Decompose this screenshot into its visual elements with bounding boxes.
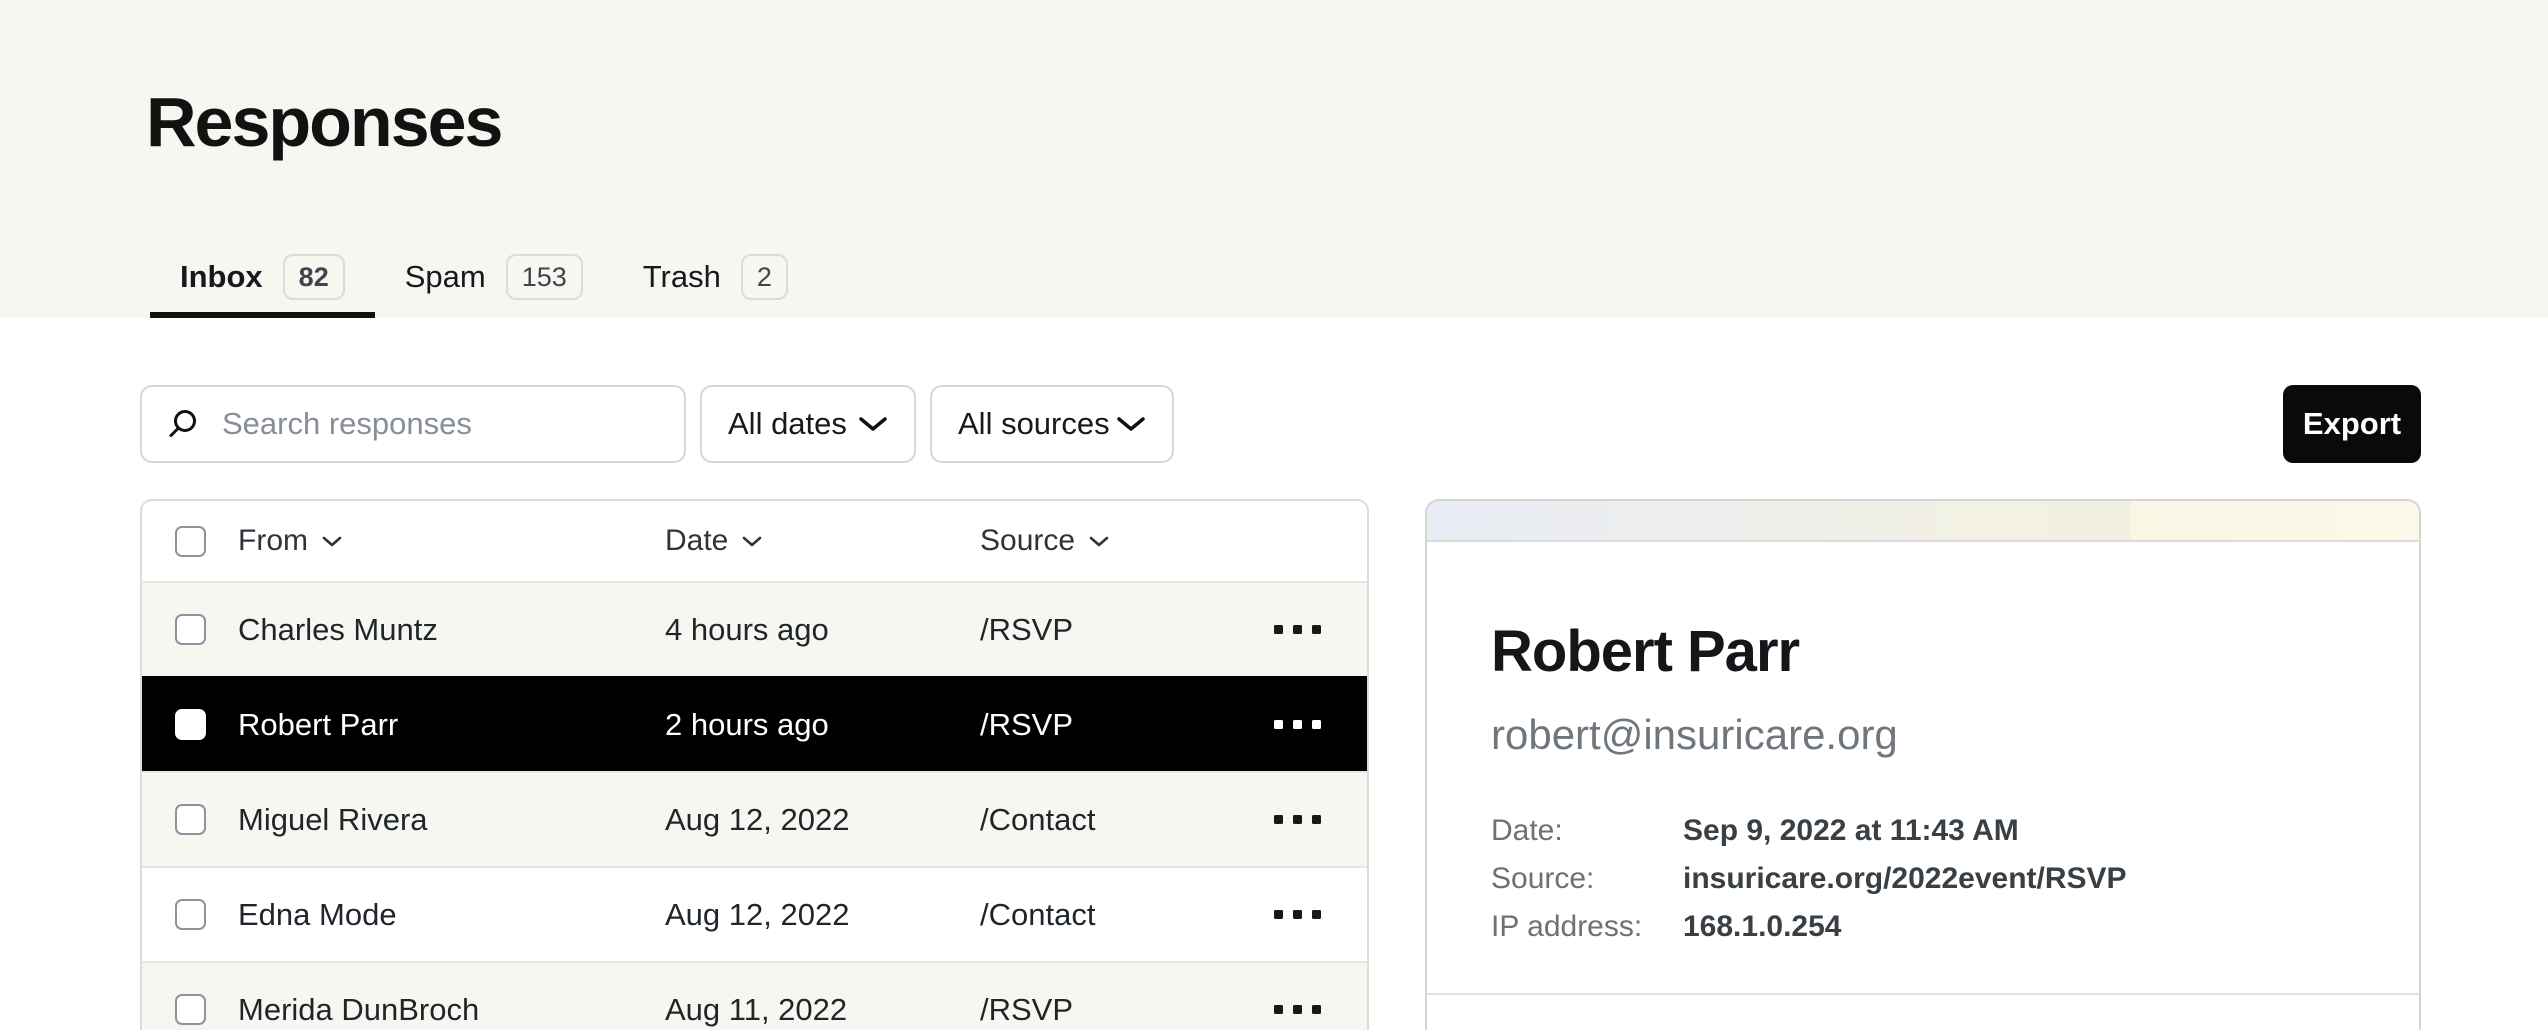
chevron-down-icon [858,415,888,433]
detail-divider [1427,993,2419,995]
chevron-down-icon [742,535,762,548]
chevron-down-icon [1116,415,1146,433]
detail-date-row: Date: Sep 9, 2022 at 11:43 AM [1491,807,2355,855]
row-checkbox[interactable] [175,994,206,1025]
tab-spam[interactable]: Spam 153 [375,242,613,318]
row-source: /Contact [980,802,1250,838]
row-source: /RSVP [980,992,1250,1028]
row-source: /RSVP [980,612,1250,648]
table-row[interactable]: Charles Muntz 4 hours ago /RSVP [142,581,1367,676]
row-date: Aug 12, 2022 [665,802,980,838]
table-body: Charles Muntz 4 hours ago /RSVP Robert P… [142,581,1367,1030]
search-box[interactable] [140,385,686,463]
filter-bar: All dates All sources Export [140,385,2421,463]
row-source: /RSVP [980,707,1250,743]
column-header-source-label: Source [980,524,1075,558]
tab-inbox[interactable]: Inbox 82 [150,242,375,318]
row-from: Charles Muntz [238,612,665,648]
detail-source-label: Source: [1491,855,1683,903]
detail-date-value: Sep 9, 2022 at 11:43 AM [1683,807,2019,855]
column-header-from[interactable]: From [238,524,665,558]
tab-spam-count-badge: 153 [506,254,583,300]
detail-source-value: insuricare.org/2022event/RSVP [1683,855,2127,903]
search-icon [166,407,200,441]
header-band: Responses Inbox 82 Spam 153 Trash 2 [0,0,2548,318]
tab-trash-count-badge: 2 [741,254,788,300]
tab-inbox-count-badge: 82 [283,254,345,300]
row-from: Edna Mode [238,897,665,933]
column-header-date[interactable]: Date [665,524,980,558]
row-date: 2 hours ago [665,707,980,743]
column-header-date-label: Date [665,524,728,558]
chevron-down-icon [322,535,342,548]
table-header-row: From Date Source [142,501,1367,581]
column-header-from-label: From [238,524,308,558]
table-row[interactable]: Miguel Rivera Aug 12, 2022 /Contact [142,771,1367,866]
page-title: Responses [146,82,501,162]
detail-date-label: Date: [1491,807,1683,855]
detail-email: robert@insuricare.org [1491,711,2355,759]
row-checkbox[interactable] [175,709,206,740]
row-source: /Contact [980,897,1250,933]
select-all-checkbox[interactable] [175,526,206,557]
tab-spam-label: Spam [405,259,486,295]
row-checkbox[interactable] [175,614,206,645]
date-filter-dropdown[interactable]: All dates [700,385,916,463]
response-detail-panel: Robert Parr robert@insuricare.org Date: … [1425,499,2421,1030]
row-date: 4 hours ago [665,612,980,648]
tab-trash[interactable]: Trash 2 [613,242,818,318]
detail-ip-row: IP address: 168.1.0.254 [1491,903,2355,951]
row-from: Miguel Rivera [238,802,665,838]
row-menu-icon[interactable] [1274,720,1321,729]
tab-trash-label: Trash [643,259,721,295]
export-button[interactable]: Export [2283,385,2421,463]
row-menu-icon[interactable] [1274,815,1321,824]
detail-ip-label: IP address: [1491,903,1683,951]
detail-meta: Date: Sep 9, 2022 at 11:43 AM Source: in… [1491,807,2355,951]
row-date: Aug 12, 2022 [665,897,980,933]
date-filter-value: All dates [728,406,847,442]
row-menu-icon[interactable] [1274,625,1321,634]
row-from: Robert Parr [238,707,665,743]
detail-name: Robert Parr [1491,618,2355,685]
chevron-down-icon [1089,535,1109,548]
row-date: Aug 11, 2022 [665,992,980,1028]
tab-inbox-label: Inbox [180,259,263,295]
row-from: Merida DunBroch [238,992,665,1028]
row-menu-icon[interactable] [1274,1005,1321,1014]
row-checkbox[interactable] [175,899,206,930]
tab-bar: Inbox 82 Spam 153 Trash 2 [150,242,818,318]
detail-ip-value: 168.1.0.254 [1683,903,1841,951]
table-row-selected[interactable]: Robert Parr 2 hours ago /RSVP [142,676,1367,771]
table-row[interactable]: Edna Mode Aug 12, 2022 /Contact [142,866,1367,961]
table-row[interactable]: Merida DunBroch Aug 11, 2022 /RSVP [142,961,1367,1030]
source-filter-dropdown[interactable]: All sources [930,385,1174,463]
search-input[interactable] [222,406,660,442]
column-header-source[interactable]: Source [980,524,1250,558]
responses-table: From Date Source Charles Muntz 4 hours a… [140,499,1369,1030]
source-filter-value: All sources [958,406,1110,442]
row-checkbox[interactable] [175,804,206,835]
detail-source-row: Source: insuricare.org/2022event/RSVP [1491,855,2355,903]
detail-panel-gradient-strip [1427,501,2419,542]
row-menu-icon[interactable] [1274,910,1321,919]
